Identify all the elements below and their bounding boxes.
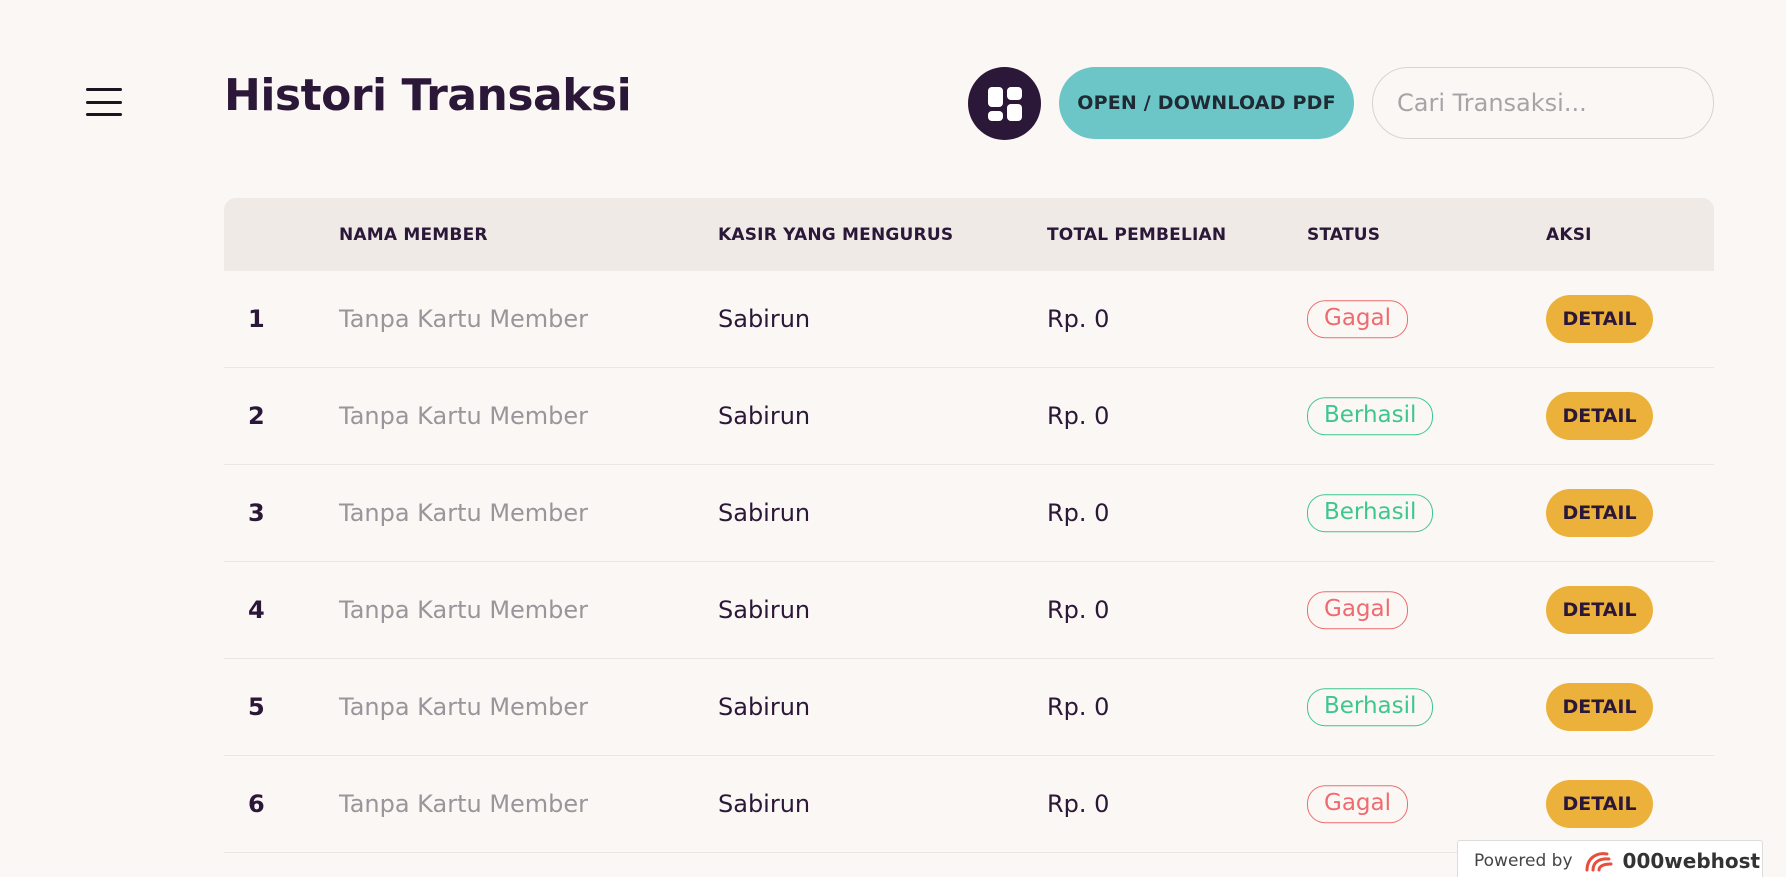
detail-button[interactable]: DETAIL <box>1546 683 1653 731</box>
purchase-total: Rp. 0 <box>1047 499 1110 527</box>
row-number: 5 <box>248 693 265 721</box>
status-cell: Gagal <box>1307 785 1409 823</box>
detail-button[interactable]: DETAIL <box>1546 295 1653 343</box>
member-name: Tanpa Kartu Member <box>339 596 589 624</box>
table-row: 4 Tanpa Kartu Member Sabirun Rp. 0 Gagal… <box>224 562 1714 659</box>
status-cell: Berhasil <box>1307 688 1434 726</box>
hamburger-line <box>86 113 122 116</box>
action-cell: DETAIL <box>1546 683 1653 731</box>
action-cell: DETAIL <box>1546 489 1653 537</box>
dashboard-grid-icon <box>987 86 1022 121</box>
column-header-total: TOTAL PEMBELIAN <box>1047 224 1227 245</box>
powered-by-badge[interactable]: Powered by 000webhost <box>1457 840 1763 877</box>
cashier-name: Sabirun <box>718 596 811 624</box>
detail-button[interactable]: DETAIL <box>1546 489 1653 537</box>
action-cell: DETAIL <box>1546 295 1653 343</box>
table-row: 2 Tanpa Kartu Member Sabirun Rp. 0 Berha… <box>224 368 1714 465</box>
column-header-aksi: AKSI <box>1546 224 1592 245</box>
brand-name: 000webhost <box>1622 849 1761 873</box>
column-header-status: STATUS <box>1307 224 1381 245</box>
hamburger-line <box>86 100 122 104</box>
row-number: 6 <box>248 790 265 818</box>
search-input[interactable] <box>1372 67 1714 139</box>
purchase-total: Rp. 0 <box>1047 305 1110 333</box>
purchase-total: Rp. 0 <box>1047 693 1110 721</box>
cashier-name: Sabirun <box>718 790 811 818</box>
status-badge: Berhasil <box>1307 397 1434 435</box>
cashier-name: Sabirun <box>718 693 811 721</box>
row-number: 3 <box>248 499 265 527</box>
detail-button[interactable]: DETAIL <box>1546 392 1653 440</box>
action-cell: DETAIL <box>1546 586 1653 634</box>
000webhost-logo-icon <box>1585 852 1613 872</box>
member-name: Tanpa Kartu Member <box>339 499 589 527</box>
cashier-name: Sabirun <box>718 499 811 527</box>
detail-button[interactable]: DETAIL <box>1546 586 1653 634</box>
row-number: 1 <box>248 305 265 333</box>
status-badge: Gagal <box>1307 300 1409 338</box>
page-title: Histori Transaksi <box>224 70 632 121</box>
column-header-nama-member: NAMA MEMBER <box>339 224 488 245</box>
member-name: Tanpa Kartu Member <box>339 693 589 721</box>
row-number: 2 <box>248 402 265 430</box>
hamburger-line <box>86 88 122 91</box>
cashier-name: Sabirun <box>718 402 811 430</box>
table-row: 1 Tanpa Kartu Member Sabirun Rp. 0 Gagal… <box>224 271 1714 368</box>
purchase-total: Rp. 0 <box>1047 596 1110 624</box>
status-badge: Berhasil <box>1307 494 1434 532</box>
member-name: Tanpa Kartu Member <box>339 402 589 430</box>
status-badge: Gagal <box>1307 785 1409 823</box>
open-download-pdf-button[interactable]: OPEN / DOWNLOAD PDF <box>1059 67 1354 139</box>
status-cell: Berhasil <box>1307 494 1434 532</box>
table-row: 6 Tanpa Kartu Member Sabirun Rp. 0 Gagal… <box>224 756 1714 853</box>
table-header: NAMA MEMBER KASIR YANG MENGURUS TOTAL PE… <box>224 198 1714 271</box>
status-badge: Berhasil <box>1307 688 1434 726</box>
page: Histori Transaksi OPEN / DOWNLOAD PDF NA… <box>0 0 1786 877</box>
table-row: 3 Tanpa Kartu Member Sabirun Rp. 0 Berha… <box>224 465 1714 562</box>
status-cell: Gagal <box>1307 300 1409 338</box>
row-number: 4 <box>248 596 265 624</box>
member-name: Tanpa Kartu Member <box>339 305 589 333</box>
brand: 000webhost <box>1583 848 1761 874</box>
column-header-kasir: KASIR YANG MENGURUS <box>718 224 954 245</box>
cashier-name: Sabirun <box>718 305 811 333</box>
dashboard-grid-button[interactable] <box>968 67 1041 140</box>
table-row: 5 Tanpa Kartu Member Sabirun Rp. 0 Berha… <box>224 659 1714 756</box>
status-cell: Berhasil <box>1307 397 1434 435</box>
hamburger-menu-icon[interactable] <box>86 88 122 116</box>
detail-button[interactable]: DETAIL <box>1546 780 1653 828</box>
action-cell: DETAIL <box>1546 780 1653 828</box>
member-name: Tanpa Kartu Member <box>339 790 589 818</box>
purchase-total: Rp. 0 <box>1047 402 1110 430</box>
status-cell: Gagal <box>1307 591 1409 629</box>
status-badge: Gagal <box>1307 591 1409 629</box>
action-cell: DETAIL <box>1546 392 1653 440</box>
purchase-total: Rp. 0 <box>1047 790 1110 818</box>
transactions-table: NAMA MEMBER KASIR YANG MENGURUS TOTAL PE… <box>224 198 1714 853</box>
powered-by-label: Powered by <box>1474 851 1573 871</box>
